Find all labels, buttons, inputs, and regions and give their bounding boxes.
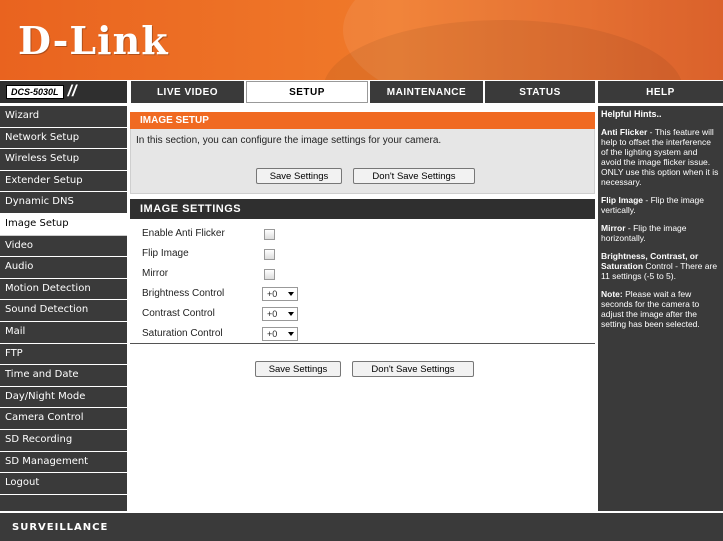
dlink-logo: D-Link [18, 18, 169, 63]
sidebar-item-time-and-date[interactable]: Time and Date [0, 365, 127, 387]
contrast-select[interactable]: +0 [262, 307, 298, 321]
dont-save-settings-button-bottom[interactable]: Don't Save Settings [352, 361, 474, 377]
sidebar-item-sound-detection[interactable]: Sound Detection [0, 300, 127, 322]
tab-live-video[interactable]: LIVE VIDEO [131, 81, 244, 103]
header-banner: D-Link [0, 0, 723, 80]
sidebar-item-image-setup[interactable]: Image Setup [0, 213, 127, 236]
contrast-value: +0 [267, 309, 278, 319]
help-anti-flicker-title: Anti Flicker [601, 127, 648, 137]
model-badge: DCS-5030L // [0, 81, 127, 103]
chevron-down-icon [288, 292, 294, 296]
tab-status[interactable]: STATUS [485, 81, 595, 103]
tab-help[interactable]: HELP [598, 81, 723, 103]
saturation-select[interactable]: +0 [262, 327, 298, 341]
bottom-actions: Save Settings Don't Save Settings [130, 344, 595, 384]
help-mirror: Mirror - Flip the image horizontally. [601, 223, 720, 243]
model-slashes: // [67, 83, 77, 100]
sidebar-item-sd-recording[interactable]: SD Recording [0, 430, 127, 452]
footer: SURVEILLANCE [0, 513, 723, 541]
sidebar-item-mail[interactable]: Mail [0, 322, 127, 344]
flip-image-checkbox[interactable] [264, 249, 275, 260]
help-flip: Flip Image - Flip the image vertically. [601, 195, 720, 215]
sidebar-item-day-night-mode[interactable]: Day/Night Mode [0, 387, 127, 409]
help-bcs: Brightness, Contrast, or Saturation Cont… [601, 251, 720, 281]
sidebar-item-camera-control[interactable]: Camera Control [0, 408, 127, 430]
help-flip-title: Flip Image [601, 195, 644, 205]
help-mirror-title: Mirror [601, 223, 626, 233]
sidebar-item-motion-detection[interactable]: Motion Detection [0, 279, 127, 301]
anti-flicker-label: Enable Anti Flicker [142, 228, 225, 239]
saturation-value: +0 [267, 329, 278, 339]
flip-image-label: Flip Image [142, 248, 189, 259]
save-settings-button-top[interactable]: Save Settings [256, 168, 342, 184]
image-setup-title: IMAGE SETUP [130, 112, 595, 129]
image-setup-intro-text: In this section, you can configure the i… [136, 135, 442, 146]
model-name: DCS-5030L [6, 85, 64, 99]
sidebar: Wizard Network Setup Wireless Setup Exte… [0, 106, 127, 511]
sidebar-item-video[interactable]: Video [0, 236, 127, 258]
help-heading: Helpful Hints.. [601, 109, 662, 119]
sidebar-item-extender-setup[interactable]: Extender Setup [0, 171, 127, 193]
sidebar-item-audio[interactable]: Audio [0, 257, 127, 279]
help-note: Note: Please wait a few seconds for the … [601, 289, 720, 329]
help-note-title: Note: [601, 289, 623, 299]
dont-save-settings-button-top[interactable]: Don't Save Settings [353, 168, 475, 184]
save-settings-button-bottom[interactable]: Save Settings [255, 361, 341, 377]
top-nav: DCS-5030L // LIVE VIDEO SETUP MAINTENANC… [0, 81, 723, 103]
brightness-select[interactable]: +0 [262, 287, 298, 301]
brightness-value: +0 [267, 289, 278, 299]
sidebar-item-wireless-setup[interactable]: Wireless Setup [0, 149, 127, 171]
mirror-label: Mirror [142, 268, 169, 279]
sidebar-item-logout[interactable]: Logout [0, 473, 127, 495]
brightness-label: Brightness Control [142, 288, 225, 299]
sidebar-item-sd-management[interactable]: SD Management [0, 452, 127, 474]
tab-maintenance[interactable]: MAINTENANCE [370, 81, 483, 103]
mirror-checkbox[interactable] [264, 269, 275, 280]
help-anti-flicker: Anti Flicker - This feature will help to… [601, 127, 720, 187]
main-content: IMAGE SETUP In this section, you can con… [130, 112, 595, 384]
anti-flicker-checkbox[interactable] [264, 229, 275, 240]
chevron-down-icon [288, 332, 294, 336]
saturation-label: Saturation Control [142, 328, 223, 339]
chevron-down-icon [288, 312, 294, 316]
image-setup-intro-box: In this section, you can configure the i… [130, 129, 595, 194]
sidebar-item-wizard[interactable]: Wizard [0, 106, 127, 128]
sidebar-item-ftp[interactable]: FTP [0, 344, 127, 366]
help-panel: Helpful Hints.. Anti Flicker - This feat… [598, 106, 723, 511]
sidebar-item-dynamic-dns[interactable]: Dynamic DNS [0, 192, 127, 214]
sidebar-item-network-setup[interactable]: Network Setup [0, 128, 127, 150]
tab-setup[interactable]: SETUP [246, 81, 368, 103]
image-settings-panel: Enable Anti Flicker Flip Image Mirror Br… [130, 219, 595, 344]
contrast-label: Contrast Control [142, 308, 215, 319]
surveillance-logo: SURVEILLANCE [12, 522, 109, 533]
image-settings-title: IMAGE SETTINGS [130, 199, 595, 219]
